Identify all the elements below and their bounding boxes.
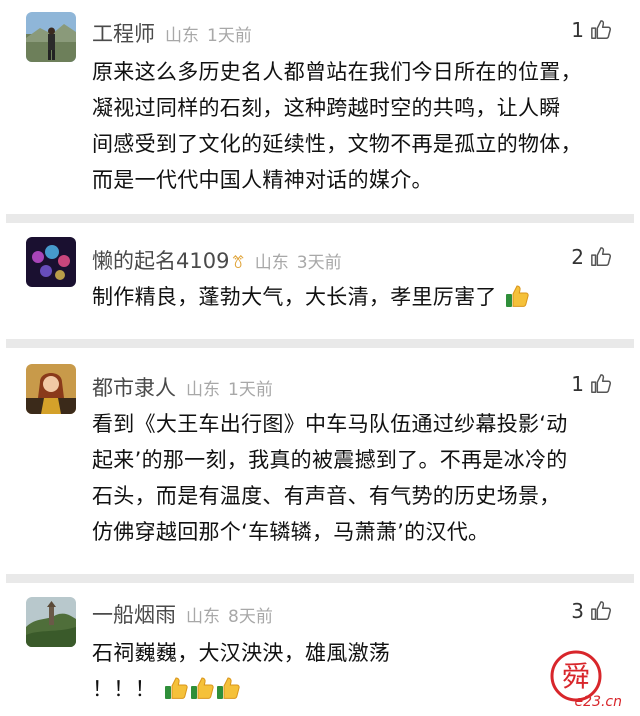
location: 山东 [165, 26, 199, 46]
comment-meta: 工程师 山东 1天前 [92, 18, 252, 48]
like-count: 2 [571, 245, 584, 269]
comment-list: 工程师 山东 1天前 1 原来这么多历史名人都曾站在我们今日所在的位置， 凝视过… [6, 0, 634, 716]
username[interactable]: 都市隶人 [92, 372, 176, 402]
comment-line: ！！！ [92, 677, 156, 701]
comment-line: 原来这么多历史名人都曾站在我们今日所在的位置， [92, 60, 582, 84]
like-count: 1 [571, 372, 584, 396]
thumbs-up-icon [591, 374, 612, 393]
emoji-group [163, 677, 241, 701]
like-button[interactable]: 2 [571, 245, 612, 269]
comment-meta: 懒的起名4109 ꔢ 山东 3天前 [92, 245, 342, 275]
comment-line-2: ！！！ [92, 671, 620, 707]
timestamp: 3天前 [296, 253, 342, 273]
thumbs-up-emoji [505, 285, 529, 307]
timestamp: 1天前 [207, 26, 252, 46]
like-button[interactable]: 3 [571, 599, 612, 623]
thumbs-up-icon [591, 20, 612, 39]
comment-text: 原来这么多历史名人都曾站在我们今日所在的位置， 凝视过同样的石刻，这种跨越时空的… [92, 54, 620, 198]
comment-line: 看到《大王车出行图》中车马队伍通过纱幕投影‘动 [92, 412, 568, 436]
divider [6, 214, 634, 223]
comment-line: 仿佛穿越回那个‘车辚辚，马萧萧’的汉代。 [92, 520, 490, 544]
like-count: 3 [571, 599, 584, 623]
comment-item: 一船烟雨 山东 8天前 3 石祠巍巍，大汉泱泱，雄風激荡 ！！！ [6, 583, 634, 716]
comment-item: 懒的起名4109 ꔢ 山东 3天前 2 制作精良，蓬勃大气，大长清，孝里厉害了 [6, 223, 634, 339]
comment-item: 都市隶人 山东 1天前 1 看到《大王车出行图》中车马队伍通过纱幕投影‘动 起来… [6, 348, 634, 574]
thumbs-up-emoji [190, 677, 214, 699]
timestamp: 1天前 [228, 380, 273, 400]
location: 山东 [186, 380, 220, 400]
avatar[interactable] [26, 12, 76, 62]
thumbs-up-emoji [216, 677, 240, 699]
comment-text: 看到《大王车出行图》中车马队伍通过纱幕投影‘动 起来’的那一刻，我真的被震撼到了… [92, 406, 620, 550]
comment-line: 间感受到了文化的延续性，文物不再是孤立的物体， [92, 132, 582, 156]
location: 山东 [186, 607, 220, 627]
comment-text: 制作精良，蓬勃大气，大长清，孝里厉害了 [92, 279, 620, 315]
site-watermark-logo: 舜 e23.cn [550, 650, 622, 710]
location: 山东 [254, 253, 289, 273]
comment-line: 石祠巍巍，大汉泱泱，雄風激荡 [92, 641, 391, 665]
thumbs-up-icon [591, 601, 612, 620]
thumbs-up-icon [591, 247, 612, 266]
comment-text: 石祠巍巍，大汉泱泱，雄風激荡 ！！！ [92, 635, 620, 707]
username[interactable]: 一船烟雨 [92, 599, 176, 629]
like-count: 1 [571, 18, 584, 42]
comment-line: 石头，而是有温度、有声音、有气势的历史场景， [92, 484, 561, 508]
divider [6, 339, 634, 348]
timestamp: 8天前 [228, 607, 273, 627]
like-button[interactable]: 1 [571, 18, 612, 42]
avatar[interactable] [26, 364, 76, 414]
comment-line: 凝视过同样的石刻，这种跨越时空的共鸣，让人瞬 [92, 96, 561, 120]
member-badge-icon: ꔢ [231, 252, 245, 273]
comment-line: 起来’的那一刻，我真的被震撼到了。不再是冰冷的 [92, 448, 568, 472]
username[interactable]: 懒的起名4109 [92, 245, 229, 275]
watermark-site: e23.cn [575, 694, 622, 710]
avatar[interactable] [26, 597, 76, 647]
divider [6, 574, 634, 583]
avatar[interactable] [26, 237, 76, 287]
comment-meta: 都市隶人 山东 1天前 [92, 372, 273, 402]
username[interactable]: 工程师 [92, 18, 155, 48]
comment-item: 工程师 山东 1天前 1 原来这么多历史名人都曾站在我们今日所在的位置， 凝视过… [6, 0, 634, 214]
thumbs-up-emoji [164, 677, 188, 699]
watermark-char: 舜 [562, 660, 590, 693]
comment-line: 而是一代代中国人精神对话的媒介。 [92, 168, 433, 192]
like-button[interactable]: 1 [571, 372, 612, 396]
comment-line: 制作精良，蓬勃大气，大长清，孝里厉害了 [92, 285, 497, 309]
comment-meta: 一船烟雨 山东 8天前 [92, 599, 273, 629]
